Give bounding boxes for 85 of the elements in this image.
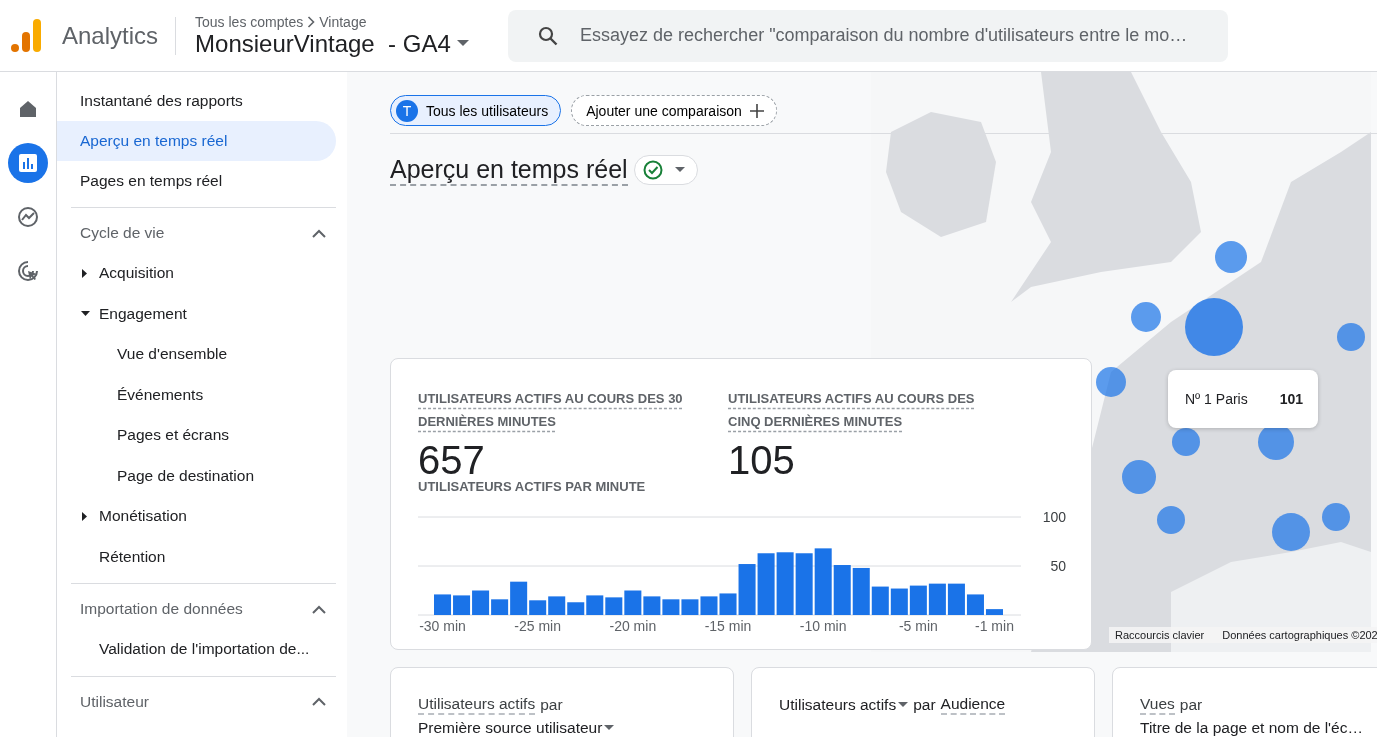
axis-label: -15 min — [704, 618, 752, 634]
dimension-selector[interactable]: Audience — [940, 695, 1006, 715]
metric-selector[interactable]: Vues — [1140, 695, 1175, 715]
caret-icon — [604, 725, 615, 731]
map-data-credit: Données cartographiques ©202 — [1222, 629, 1377, 641]
dimension-selector[interactable]: Titre de la page et nom de l'éc… — [1140, 719, 1363, 737]
axis-label: -5 min — [898, 618, 938, 634]
nav-item[interactable]: Pages en temps réel — [57, 161, 336, 201]
product-name: Analytics — [62, 21, 159, 50]
breadcrumb-link[interactable]: Vintage — [319, 13, 367, 30]
bar — [890, 588, 908, 615]
check-circle-icon — [642, 160, 663, 180]
search-field[interactable]: Essayez de rechercher "comparaison du nombre d'utilisateurs entre le mo… — [508, 9, 1229, 62]
nav-item[interactable]: Acquisition — [71, 253, 336, 294]
axis-label: -10 min — [799, 618, 847, 634]
dimension-selector[interactable]: Première source utilisateur — [418, 719, 615, 737]
reports-nav-button[interactable] — [8, 143, 48, 183]
bar — [909, 585, 927, 615]
nav-item[interactable]: Vue d'ensemble — [71, 334, 336, 375]
bar — [700, 596, 718, 615]
page-title: Aperçu en temps réel — [390, 154, 628, 186]
plus-icon — [749, 103, 764, 118]
axis-label: -30 min — [419, 618, 466, 634]
chevron-right-icon — [307, 15, 316, 28]
section-title: Cycle de vie — [80, 224, 165, 242]
bar — [681, 599, 699, 615]
nav-item[interactable]: Pages et écrans — [71, 415, 336, 456]
axis-label: 50 — [1050, 558, 1066, 574]
status-dropdown[interactable] — [633, 155, 698, 185]
metric-value: 657 — [418, 445, 486, 475]
nav-item[interactable]: Instantané des rapports — [57, 81, 336, 121]
nav-item[interactable]: Événements — [71, 374, 336, 415]
caret-icon — [456, 40, 469, 47]
bar — [434, 594, 452, 615]
section-title: Importation de données — [80, 600, 243, 618]
segment-chip[interactable]: T Tous les utilisateurs — [390, 95, 562, 126]
section-header[interactable]: Importation de données — [71, 589, 336, 629]
bar — [662, 599, 680, 615]
connector-text: par — [913, 696, 936, 714]
axis-label: 100 — [1042, 509, 1066, 525]
add-comparison-button[interactable]: Ajouter une comparaison — [571, 95, 777, 126]
target-cursor-icon — [17, 260, 39, 282]
avatar: T — [396, 99, 418, 122]
nav-item[interactable]: Page de destination — [71, 455, 336, 496]
home-icon — [17, 98, 39, 120]
metric-value: 105 — [728, 445, 796, 475]
keyboard-shortcuts-link[interactable]: Raccourcis clavier — [1115, 629, 1205, 641]
caret-icon — [674, 167, 685, 173]
axis-label: -25 min — [514, 618, 562, 634]
breadcrumb-link[interactable]: Tous les comptes — [195, 13, 304, 30]
tooltip-label: Nº 1 Paris — [1185, 391, 1248, 407]
chart-title: UTILISATEURS ACTIFS PAR MINUTE — [418, 479, 647, 494]
nav-item[interactable]: Rétention — [71, 536, 336, 577]
bar — [795, 553, 813, 615]
section-title: Utilisateur — [80, 692, 149, 711]
connector-text: par — [540, 696, 563, 714]
property-selector[interactable]: MonsieurVintage - GA4 — [195, 29, 509, 58]
bar-chart-icon — [17, 152, 39, 174]
nav-item[interactable]: Validation de l'importation de... — [71, 629, 336, 670]
metric-selector[interactable]: Utilisateurs actifs — [779, 696, 909, 714]
section-header[interactable]: Utilisateur — [71, 681, 336, 722]
nav-item[interactable]: Aperçu en temps réel — [57, 121, 336, 161]
bar — [643, 596, 661, 615]
axis-label: -20 min — [609, 618, 657, 634]
caret-icon — [898, 702, 909, 708]
section-header[interactable]: Cycle de vie — [71, 213, 336, 253]
bar — [453, 595, 471, 615]
nav-item[interactable]: Engagement — [71, 293, 336, 334]
tooltip-value: 101 — [1279, 391, 1303, 407]
bar — [776, 552, 794, 615]
analytics-logo-icon — [11, 18, 41, 53]
bar — [757, 553, 775, 615]
bar — [605, 597, 623, 615]
connector-text: par — [1179, 696, 1203, 714]
trend-circle-icon — [17, 206, 39, 228]
search-icon — [538, 25, 559, 46]
bar — [814, 548, 832, 615]
axis-label: -1 min — [975, 618, 1014, 634]
metric-selector[interactable]: Utilisateurs actifs — [418, 695, 536, 715]
bar — [624, 590, 642, 615]
bar — [928, 583, 946, 615]
nav-item[interactable]: Monétisation — [71, 496, 336, 537]
bar — [833, 565, 851, 615]
metric-label: UTILISATEURS ACTIFS AU COURS DES 30 DERNIÈRES MINUTES — [418, 390, 684, 431]
metric-label: UTILISATEURS ACTIFS AU COURS DES CINQ DERNIÈRES MINUTES — [728, 390, 976, 431]
